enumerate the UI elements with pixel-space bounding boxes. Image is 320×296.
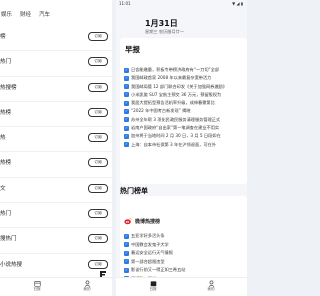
list-item[interactable]: 热 订阅 [0, 127, 112, 153]
ranking-list: 榜订阅 热门 订阅 热搜榜 订阅 热榜 订阅 热订阅 热榜 订阅 文订阅 热门 订阅 搜热… [0, 26, 112, 296]
check-icon: ✓ [124, 242, 129, 248]
briefing-item[interactable]: ✓ 小米凯旋 SU7 宝航主预交 36 万元，预留股权为 [124, 91, 247, 99]
subscribe-button[interactable]: 订阅 [88, 133, 108, 143]
bottom-navigation: 日报 我的 [0, 277, 112, 296]
nav-profile[interactable]: 我的 [78, 280, 96, 292]
list-item-title: 热榜 [0, 109, 12, 116]
date-subtitle: 星期三 农历腊月廿一 [145, 29, 185, 34]
subscribe-button[interactable]: 订阅 [88, 234, 108, 244]
daily-briefing-screen: 11:01 ▼ ◢ ▮ 1月31日 星期三 农历腊月廿一 早报 ✓ 日含能缴量，积… [116, 0, 247, 296]
list-item-title: 热搜榜 [0, 84, 17, 91]
list-item[interactable]: 热门 订阅 [0, 203, 112, 229]
nav-daily-label: 日报 [33, 287, 41, 291]
briefing-item[interactable]: ✓ 苏州全年帮 3 项化民政民服务清理服务管理正式 [124, 116, 247, 124]
list-item[interactable]: 小说热搜 订阅 [0, 254, 112, 279]
tab-entertainment[interactable]: 娱乐 [1, 8, 12, 22]
list-item-title: 热门 [0, 211, 12, 218]
briefing-item[interactable]: ✓ 岩南户国政府“自出家”第一笔调查在建业不用实 [124, 124, 247, 132]
nav-daily[interactable]: 日报 [28, 280, 46, 292]
status-time: 11:01 [119, 1, 131, 6]
check-icon: ✓ [124, 259, 129, 265]
subscribe-button[interactable]: 订阅 [88, 107, 108, 117]
hot-card-name: 微博热搜榜 [135, 218, 161, 225]
check-icon: ✓ [124, 142, 129, 148]
weibo-icon [124, 217, 132, 225]
briefing-item[interactable]: ✓ 加州将于当地时间 2 月 30 日，3 月 5 日段如在 [124, 132, 247, 140]
nav-profile[interactable]: 我的 [202, 280, 220, 292]
nav-daily-active[interactable]: 日报 [144, 280, 162, 292]
check-icon: ✓ [124, 267, 129, 273]
list-item-title: 搜热门 [0, 236, 17, 243]
subscribe-button[interactable]: 订阅 [88, 32, 108, 41]
subscribe-button[interactable]: 订阅 [88, 158, 108, 168]
list-item[interactable]: 搜热门 订阅 [0, 228, 112, 254]
list-item-title: 热 [0, 135, 6, 142]
list-item[interactable]: 榜 订阅 [0, 26, 112, 52]
check-icon: ✓ [124, 92, 129, 98]
list-item-title: 榜 [0, 34, 6, 40]
briefing-list: ✓ 日含能缴量，积板专带榜济政府有“一刀切”全部 ✓ 我国邮政首家 2008 年以来… [124, 66, 247, 149]
subscribe-button[interactable]: 订阅 [88, 259, 108, 269]
subscribe-button[interactable]: 订阅 [88, 57, 108, 67]
subscribe-button[interactable]: 订阅 [88, 82, 108, 92]
briefing-item[interactable]: ✓ “2022 年中国考古新发现” 揭晓 [124, 107, 247, 115]
list-item[interactable]: 热榜 订阅 [0, 102, 112, 128]
calendar-icon [150, 281, 156, 287]
nav-profile-label: 我的 [207, 287, 215, 291]
check-icon: ✓ [124, 75, 129, 81]
nav-daily-label: 日报 [149, 287, 157, 291]
list-item-title: 文 [0, 185, 6, 192]
check-icon: ✓ [124, 125, 129, 131]
hot-lists-heading: 热门榜单 [120, 187, 148, 195]
list-item[interactable]: 热榜 订阅 [0, 152, 112, 178]
category-tabs: 娱乐 财经 汽车 [0, 8, 50, 22]
check-icon: ✓ [124, 233, 129, 239]
nav-profile-label: 我的 [83, 287, 91, 291]
briefing-item[interactable]: ✓ 日含能缴量，积板专带榜济政府有“一刀切”全部 [124, 66, 247, 74]
hot-item[interactable]: ✓ 春运安全运行天气情报 [124, 249, 247, 258]
hot-item[interactable]: ✓ 中国教会发鬼子大学 [124, 241, 247, 250]
list-item-title: 热榜 [0, 160, 12, 167]
check-icon: ✓ [124, 67, 129, 73]
check-icon: ✓ [124, 100, 129, 106]
subscribe-button[interactable]: 订阅 [88, 183, 108, 193]
date-title: 1月31日 [145, 19, 178, 28]
subscription-list-screen: 娱乐 财经 汽车 榜订阅 热门 订阅 热搜榜 订阅 热榜 订阅 热订阅 热榜 订阅 文订… [0, 0, 112, 296]
check-icon: ✓ [124, 133, 129, 139]
list-item[interactable]: 文 订阅 [0, 178, 112, 204]
hot-card-header: 微博热搜榜 [124, 216, 160, 226]
user-icon [84, 280, 90, 287]
check-icon: ✓ [124, 117, 129, 123]
calendar-icon [33, 281, 41, 287]
subscribe-button[interactable]: 订阅 [88, 209, 108, 219]
check-icon: ✓ [124, 108, 129, 114]
check-icon: ✓ [124, 250, 129, 256]
list-item-title: 热门 [0, 59, 12, 66]
tab-finance[interactable]: 财经 [20, 8, 31, 22]
list-item[interactable]: 热搜榜 订阅 [0, 77, 112, 102]
hot-item[interactable]: ✓ 五亚学好多活头条 [124, 232, 247, 241]
briefing-item[interactable]: ✓ 我居大提拓型预告活机率升级，成伸春需第比 [124, 99, 247, 107]
status-icons: ▼ ◢ ▮ [232, 1, 243, 6]
bottom-navigation-right: 日报 我的 [116, 277, 247, 296]
briefing-item[interactable]: ✓ 我国邮局管 12 部门联合印发《关于加强网券激励》 [124, 83, 247, 91]
list-item-title: 小说热搜 [0, 261, 23, 268]
hot-list: ✓ 五亚学好多活头条 ✓ 中国教会发鬼子大学 ✓ 春运安全运行天气情报 ✓ 第一部合超限… [124, 232, 247, 284]
hot-item[interactable]: ✓ 影谈行前又一得正如三希五站 [124, 266, 247, 275]
morning-briefing-card: 早报 ✓ 日含能缴量，积板专带榜济政府有“一刀切”全部 ✓ 我国邮政首家 2008 … [120, 38, 247, 184]
briefing-item[interactable]: ✓ 我国邮政首家 2008 年以来最复杂宽带活力 [124, 74, 247, 82]
tab-auto[interactable]: 汽车 [39, 8, 50, 22]
hot-item[interactable]: ✓ 第一部合超限违型 [124, 258, 247, 267]
briefing-item[interactable]: ✓ 上海：自本市社保第 3 年在沪领退面，可在外 [124, 141, 247, 149]
briefing-title: 早报 [125, 45, 140, 54]
check-icon: ✓ [124, 84, 129, 90]
list-item[interactable]: 热门 订阅 [0, 51, 112, 77]
user-icon [208, 280, 214, 287]
